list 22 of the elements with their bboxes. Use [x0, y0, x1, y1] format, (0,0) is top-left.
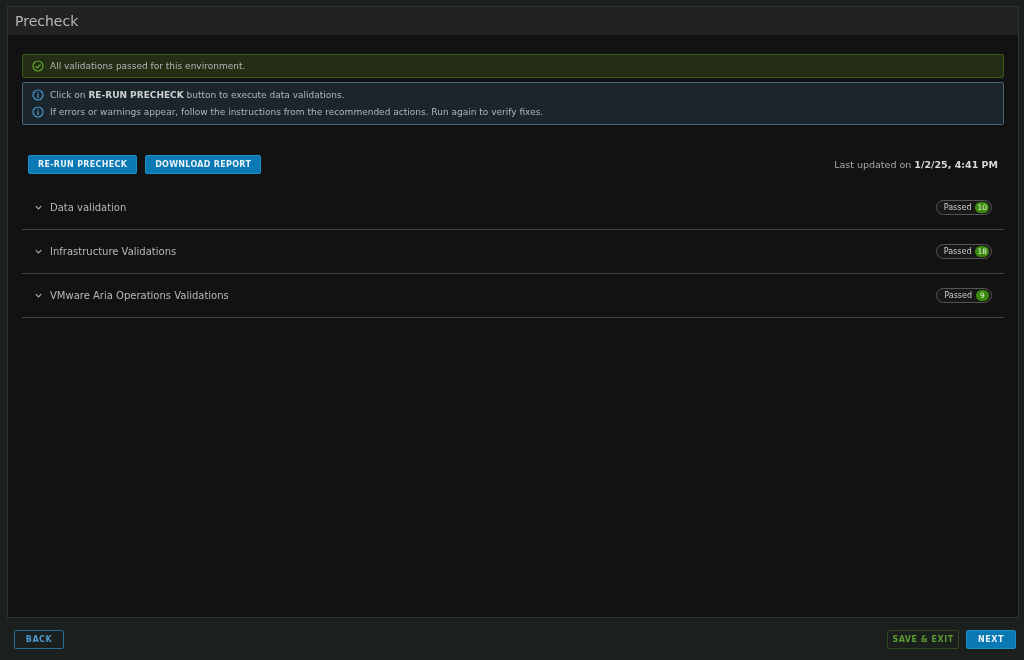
status-text: Passed [943, 203, 972, 212]
info-icon [32, 89, 44, 101]
status-text: Passed [943, 247, 972, 256]
alert-text: If errors or warnings appear, follow the instructions from the recommended actions. Run again to verify fixes. [50, 107, 544, 117]
footer-button[interactable]: NEXT [966, 629, 1016, 649]
check-circle-icon [32, 60, 44, 72]
status-text: Passed [944, 291, 972, 300]
footer-button[interactable]: BACK [14, 629, 64, 649]
alert-text: Click on RE-RUN PRECHECK button to execute data validations. [50, 90, 345, 100]
action-button[interactable]: RE-RUN PRECHECK [28, 155, 138, 174]
info-icon [32, 106, 44, 118]
last-updated-text: Last updated on 1/2/25, 4:41 PM [834, 159, 998, 170]
action-button[interactable]: DOWNLOAD REPORT [145, 155, 262, 174]
footer-button[interactable]: SAVE & EXIT [887, 629, 959, 649]
section-title: Data validation [50, 202, 127, 213]
chevron-down-icon [34, 291, 43, 300]
alert-text: All validations passed for this environment. [50, 61, 246, 71]
chevron-down-icon [34, 247, 43, 256]
window-title: Precheck [15, 13, 79, 29]
section-title: VMware Aria Operations Validations [50, 290, 229, 301]
chevron-down-icon [34, 203, 43, 212]
section-title: Infrastructure Validations [50, 246, 177, 257]
